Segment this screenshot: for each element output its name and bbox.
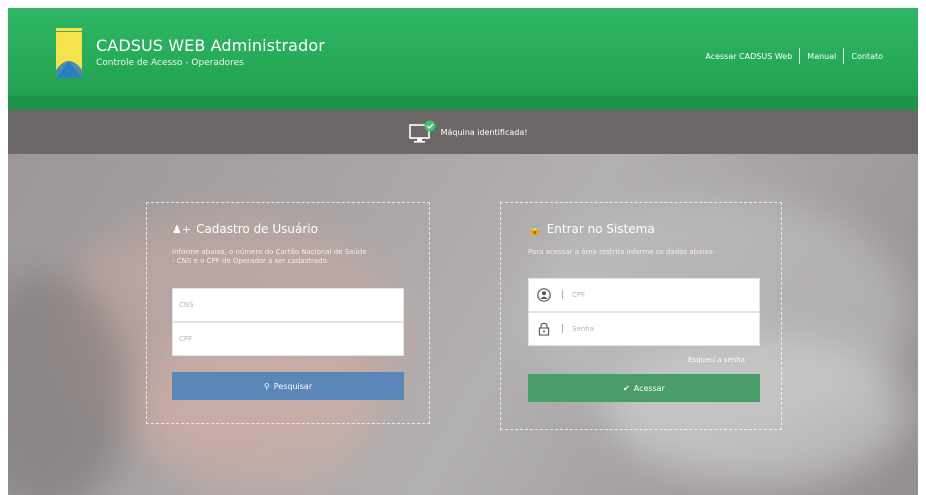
- status-text: Máquina identificada!: [440, 127, 528, 137]
- nav-link-manual[interactable]: Manual: [800, 52, 843, 61]
- user-id-icon: [537, 288, 551, 302]
- hero-background: ♟+ Cadastro de Usuário Informe abaixo, o…: [8, 154, 918, 495]
- login-description: Para acessar a área restrita informe os …: [528, 248, 715, 256]
- top-nav: Acessar CADSUS Web Manual Contato: [698, 48, 890, 64]
- register-description: Informe abaixo, o número do Cartão Nacio…: [172, 248, 412, 266]
- cadsus-logo-icon: [56, 28, 82, 78]
- nav-link-cadsus-web[interactable]: Acessar CADSUS Web: [698, 52, 799, 61]
- add-user-icon: ♟+: [172, 222, 192, 236]
- search-button-label: Pesquisar: [273, 381, 313, 391]
- field-separator: |: [561, 290, 565, 300]
- app-title: CADSUS WEB Administrador: [96, 36, 325, 55]
- login-button-label: Acessar: [633, 383, 665, 393]
- register-title: ♟+ Cadastro de Usuário: [172, 222, 318, 236]
- login-title: 🔒 Entrar no Sistema: [528, 222, 655, 236]
- check-icon: ✔: [623, 383, 630, 393]
- page-frame: CADSUS WEB Administrador Controle de Ace…: [8, 8, 918, 495]
- login-button[interactable]: ✔ Acessar: [528, 374, 760, 402]
- register-description-line: Informe abaixo, o número do Cartão Nacio…: [172, 248, 367, 256]
- app-subtitle: Controle de Acesso - Operadores: [96, 58, 244, 68]
- cns-placeholder: CNS: [179, 301, 194, 309]
- cns-input[interactable]: CNS: [172, 288, 404, 322]
- padlock-icon: [538, 322, 550, 336]
- app-header: CADSUS WEB Administrador Controle de Ace…: [8, 8, 918, 110]
- login-cpf-input[interactable]: | CPF: [528, 278, 760, 312]
- nav-link-contato[interactable]: Contato: [844, 52, 890, 61]
- password-placeholder: Senha: [572, 325, 594, 333]
- header-shade: [8, 96, 918, 110]
- status-bar: Máquina identificada!: [8, 110, 918, 154]
- monitor-check-icon: [408, 120, 436, 143]
- register-description-line: - CNS e o CPF do Operador a ser cadastra…: [172, 257, 329, 265]
- forgot-password-link[interactable]: Esqueci a senha: [688, 356, 745, 364]
- search-icon: ⚲: [263, 381, 270, 391]
- field-separator: |: [561, 324, 565, 334]
- register-title-text: Cadastro de Usuário: [196, 222, 318, 236]
- password-input[interactable]: | Senha: [528, 312, 760, 346]
- register-cpf-input[interactable]: CPF: [172, 322, 404, 356]
- search-button[interactable]: ⚲ Pesquisar: [172, 372, 404, 400]
- lock-icon: 🔒: [528, 222, 542, 236]
- login-title-text: Entrar no Sistema: [546, 222, 655, 236]
- login-cpf-placeholder: CPF: [572, 291, 586, 299]
- register-cpf-placeholder: CPF: [179, 335, 193, 343]
